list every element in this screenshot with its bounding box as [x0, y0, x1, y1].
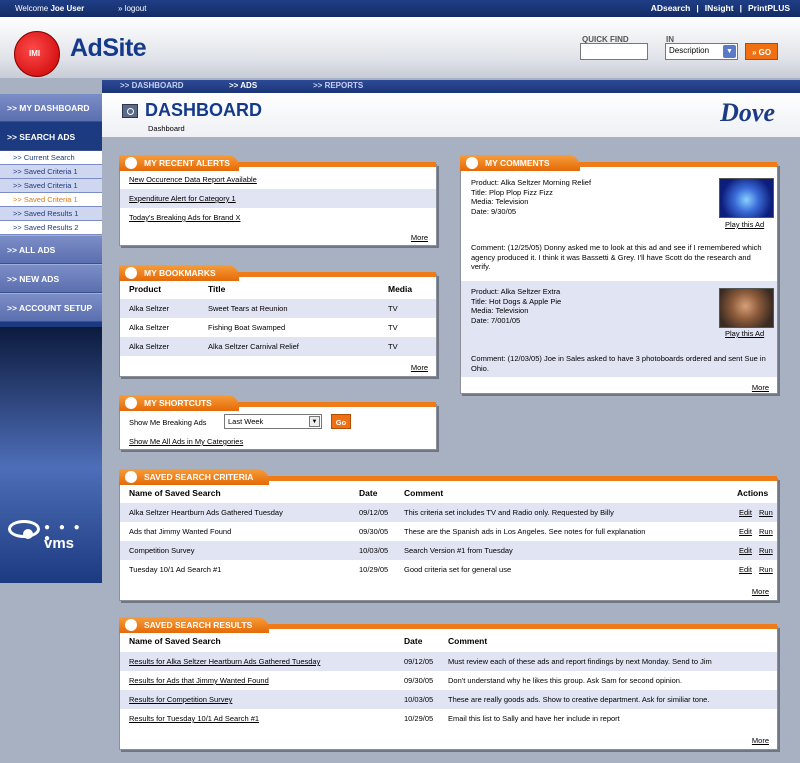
quick-find-input[interactable] [580, 43, 648, 60]
chevron-down-icon: ▼ [723, 45, 736, 58]
table-row[interactable]: Alka Seltzer Fishing Boat Swamped TV [120, 318, 436, 337]
breaking-ads-label: Show Me Breaking Ads [129, 418, 207, 427]
list-item: Today's Breaking Ads for Brand X [129, 213, 241, 222]
run-link[interactable]: Run [759, 541, 773, 560]
sidebar-item-account-setup[interactable]: >> ACCOUNT SETUP [0, 293, 102, 322]
dashboard-icon [122, 104, 138, 118]
search-field-select[interactable]: Description ▼ [665, 43, 738, 60]
tab-ads[interactable]: >> ADS [229, 81, 257, 90]
imi-logo[interactable]: IMI [14, 31, 60, 77]
play-ad-link[interactable]: Play this Ad [725, 329, 764, 338]
sidebar-item-all-ads[interactable]: >> ALL ADS [0, 235, 102, 264]
ad-thumbnail[interactable] [719, 288, 774, 328]
main-nav: >> DASHBOARD >> ADS >> REPORTS [102, 80, 800, 93]
table-header: Name of Saved Search Date Comment [129, 636, 488, 646]
insight-link[interactable]: INsight [705, 3, 734, 13]
page-title: DASHBOARD [145, 100, 262, 120]
panel-title: MY BOOKMARKS [119, 265, 239, 281]
vms-logo: ● ● ● ● vms [6, 518, 96, 558]
comments-more-link[interactable]: More [752, 383, 769, 392]
panel-title: SAVED SEARCH CRITERIA [119, 469, 269, 485]
table-row: Results for Ads that Jimmy Wanted Found 0… [129, 676, 683, 685]
welcome-text: Welcome Joe User [15, 4, 85, 13]
panel-title: MY COMMENTS [460, 155, 580, 171]
ad-thumbnail[interactable] [719, 178, 774, 218]
run-link[interactable]: Run [759, 503, 773, 522]
list-item: Expenditure Alert for Category 1 [120, 189, 436, 208]
panel-title: SAVED SEARCH RESULTS [119, 617, 269, 633]
edit-link[interactable]: Edit [739, 560, 752, 579]
tab-dashboard[interactable]: >> DASHBOARD [120, 81, 184, 90]
site-name[interactable]: AdSite [70, 34, 147, 63]
table-row: Results for Alka Seltzer Heartburn Ads G… [120, 652, 777, 671]
sidebar: >> MY DASHBOARD >> SEARCH ADS >> Current… [0, 93, 102, 583]
edit-link[interactable]: Edit [739, 503, 752, 522]
adsearch-link[interactable]: ADsearch [651, 3, 691, 13]
chevron-down-icon: ▼ [309, 416, 320, 427]
site-header: IMI AdSite QUICK FIND IN Description ▼ » … [0, 17, 800, 78]
quick-find-go-button[interactable]: » GO [745, 43, 778, 60]
table-row[interactable]: Alka Seltzer Sweet Tears at Reunion TV [120, 299, 436, 318]
logout-link[interactable]: » logout [118, 4, 146, 13]
sidebar-sub-saved-results[interactable]: >> Saved Results 1 [0, 207, 102, 221]
table-row: Alka Seltzer Heartburn Ads Gathered Tues… [120, 503, 777, 522]
run-link[interactable]: Run [759, 522, 773, 541]
criteria-more-link[interactable]: More [752, 587, 769, 596]
comment-text: Comment: (12/03/05) Joe in Sales asked t… [471, 354, 766, 373]
list-item: New Occurence Data Report Available [129, 175, 257, 184]
sidebar-sub-saved-criteria[interactable]: >> Saved Criteria 1 [0, 165, 102, 179]
edit-link[interactable]: Edit [739, 522, 752, 541]
run-link[interactable]: Run [759, 560, 773, 579]
table-row: Results for Tuesday 10/1 Ad Search #1 10/… [129, 714, 620, 723]
comments-panel: MY COMMENTS Product: Alka Seltzer Mornin… [460, 155, 778, 394]
bookmarks-panel: MY BOOKMARKS Product Title Media Alka Selt… [119, 265, 437, 377]
eye-icon [8, 520, 40, 539]
table-row: Ads that Jimmy Wanted Found 09/30/05 These… [120, 522, 777, 541]
brand-logo: Dove [720, 98, 775, 127]
user-name: Joe User [50, 4, 85, 13]
table-header: Name of Saved Search Date Comment Actions [129, 488, 769, 498]
tab-reports[interactable]: >> REPORTS [313, 81, 363, 90]
play-ad-link[interactable]: Play this Ad [725, 220, 764, 229]
comment-item-info: Product: Alka Seltzer Morning Relief Titl… [471, 178, 592, 216]
shortcuts-go-button[interactable]: Go [331, 414, 351, 429]
comment-item-info: Product: Alka Seltzer Extra Title: Hot Do… [471, 287, 562, 325]
sidebar-sub-saved-results[interactable]: >> Saved Results 2 [0, 221, 102, 235]
table-row: Competition Survey 10/03/05 Search Version… [120, 541, 777, 560]
product-links: ADsearch | INsight | PrintPLUS [650, 3, 790, 13]
top-bar: Welcome Joe User » logout ADsearch | INsi… [0, 0, 800, 17]
breaking-ads-period-select[interactable]: Last Week ▼ [224, 414, 322, 429]
shortcuts-panel: MY SHORTCUTS Show Me Breaking Ads Last W… [119, 395, 437, 450]
table-row[interactable]: Alka Seltzer Alka Seltzer Carnival Relief… [120, 337, 436, 356]
panel-title: MY RECENT ALERTS [119, 155, 239, 171]
results-more-link[interactable]: More [752, 736, 769, 745]
saved-results-panel: SAVED SEARCH RESULTS Name of Saved Searc… [119, 617, 778, 750]
table-header: Product Title Media [129, 284, 413, 294]
sidebar-sub-saved-criteria-active[interactable]: >> Saved Criteria 1 [0, 193, 102, 207]
breadcrumb: Dashboard [148, 124, 185, 133]
sidebar-item-new-ads[interactable]: >> NEW ADS [0, 264, 102, 293]
comment-text: Comment: (12/25/05) Donny asked me to lo… [471, 243, 762, 271]
recent-alerts-panel: MY RECENT ALERTS New Occurence Data Repo… [119, 155, 437, 246]
page-header: DASHBOARD Dashboard Dove [102, 93, 800, 137]
bookmarks-more-link[interactable]: More [411, 363, 428, 372]
sidebar-item-my-dashboard[interactable]: >> MY DASHBOARD [0, 93, 102, 122]
saved-criteria-panel: SAVED SEARCH CRITERIA Name of Saved Sear… [119, 469, 778, 601]
table-row: Results for Competition Survey 10/03/05 Th… [120, 690, 777, 709]
table-row: Tuesday 10/1 Ad Search #1 10/29/05 Good cr… [120, 560, 777, 579]
printplus-link[interactable]: PrintPLUS [748, 3, 790, 13]
panel-title: MY SHORTCUTS [119, 395, 239, 411]
sidebar-item-search-ads[interactable]: >> SEARCH ADS [0, 122, 102, 151]
sidebar-sub-saved-criteria[interactable]: >> Saved Criteria 1 [0, 179, 102, 193]
edit-link[interactable]: Edit [739, 541, 752, 560]
sidebar-sub-current-search[interactable]: >> Current Search [0, 151, 102, 165]
alerts-more-link[interactable]: More [411, 233, 428, 242]
all-ads-in-categories-link[interactable]: Show Me All Ads in My Categories [129, 437, 243, 446]
